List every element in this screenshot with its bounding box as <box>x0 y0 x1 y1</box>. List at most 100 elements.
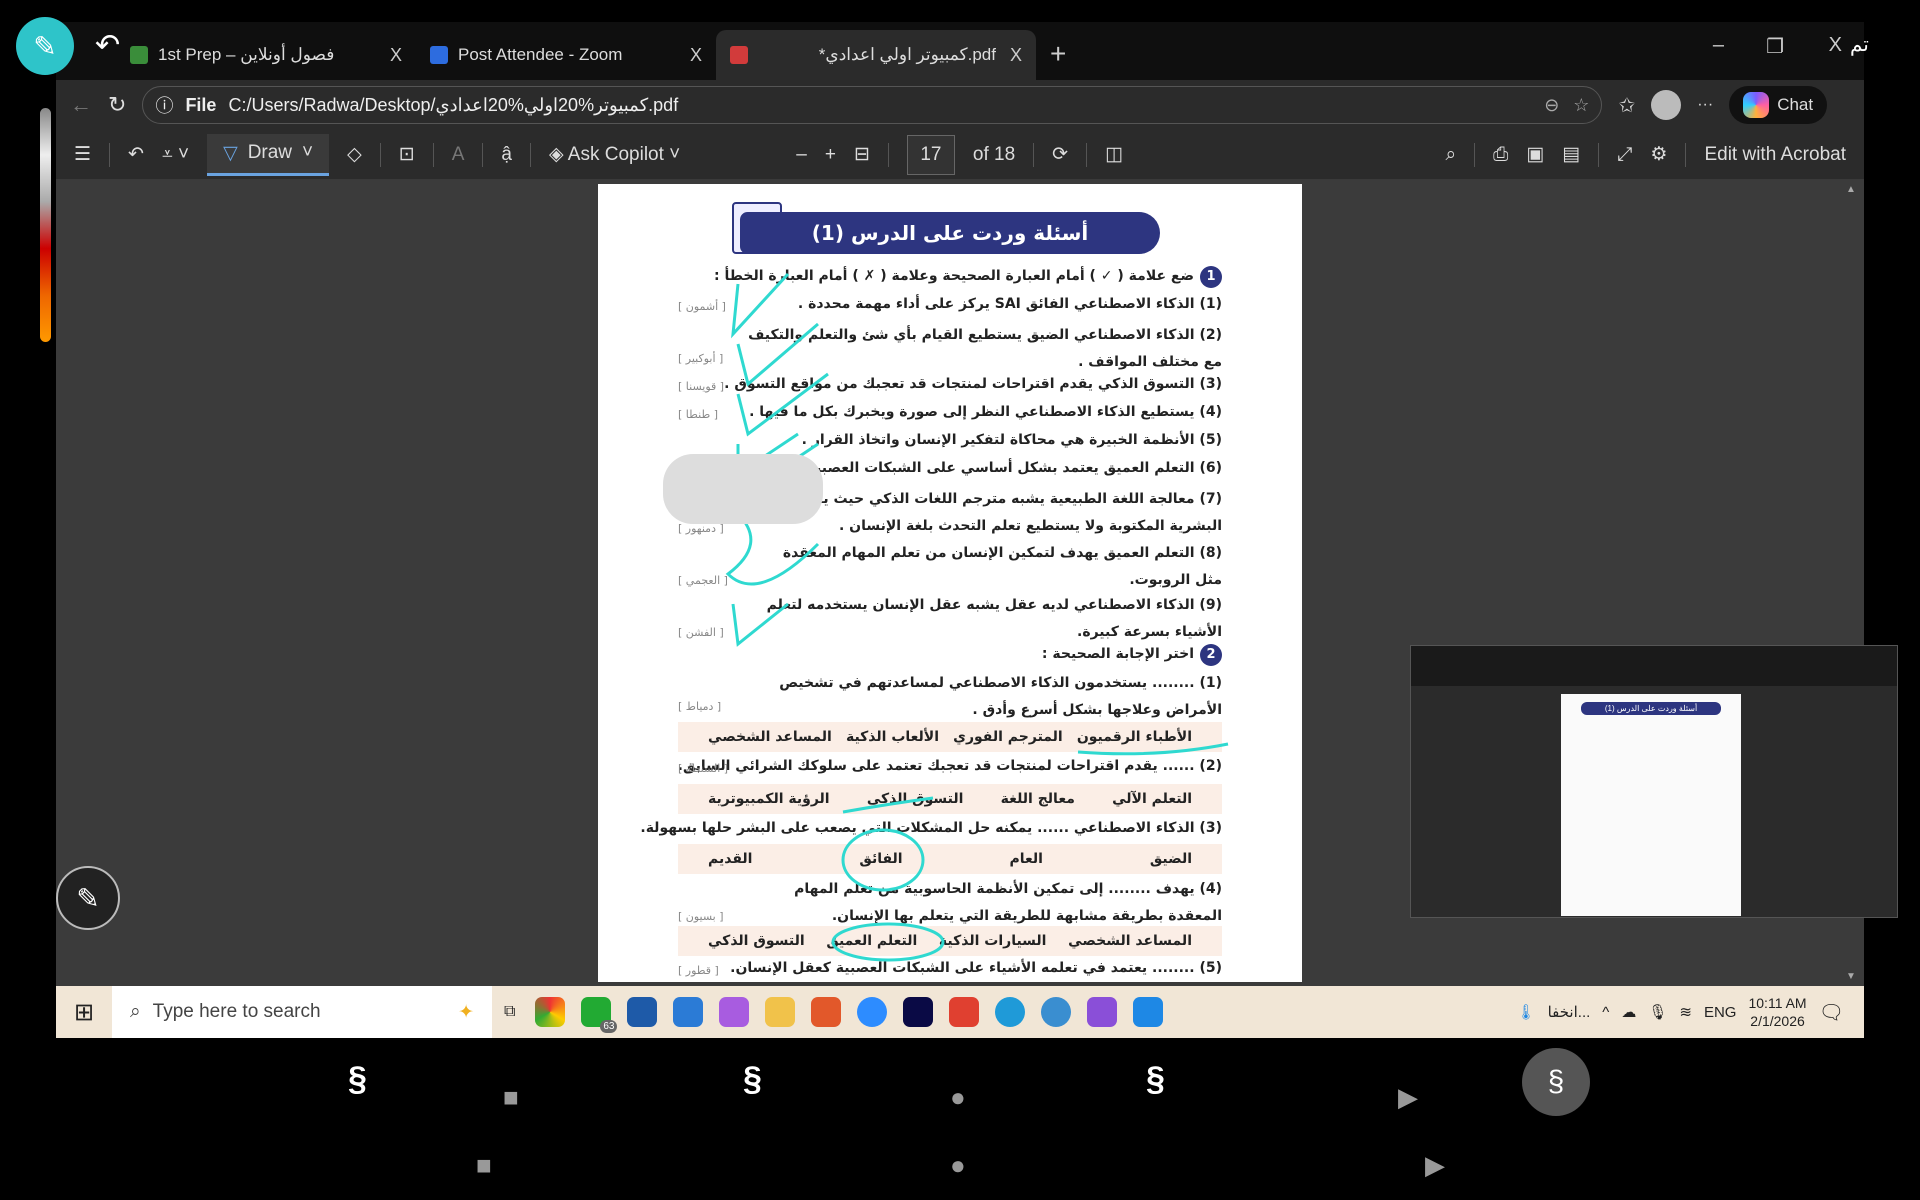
task-view-icon[interactable]: ⧉ <box>504 1003 515 1021</box>
close-tab-icon[interactable]: X <box>690 45 702 66</box>
tab-pdf[interactable]: *كمبيوتر اولي اعدادي.pdf X <box>716 30 1036 80</box>
weather-text[interactable]: انخفا... <box>1548 1003 1591 1021</box>
gesture-pattern-icon[interactable]: § <box>348 1060 367 1099</box>
close-window-button[interactable]: X <box>1829 34 1842 57</box>
gesture-squiggle-icon[interactable]: § <box>1146 1060 1165 1099</box>
premiere-icon[interactable] <box>903 997 934 1027</box>
copilot-sparkle-icon: ✦ <box>458 1001 474 1023</box>
acrobat-icon[interactable] <box>949 997 980 1027</box>
favorite-star-icon[interactable]: ☆ <box>1573 95 1589 116</box>
tab-1st-prep[interactable]: 1st Prep – فصول أونلاين X <box>116 30 416 80</box>
weather-icon[interactable]: 🌡 <box>1517 1003 1536 1021</box>
floating-pen-button[interactable]: ✎ <box>56 866 120 930</box>
page-current: 17 <box>920 143 942 165</box>
outlook-icon[interactable] <box>673 997 704 1027</box>
edit-with-acrobat-button[interactable]: Edit with Acrobat <box>1704 144 1846 166</box>
undo-annotation-button[interactable]: ↶ <box>95 28 120 63</box>
snipping-tool-icon[interactable] <box>811 997 842 1027</box>
close-tab-icon[interactable]: X <box>390 45 402 66</box>
back-button[interactable]: ▶ <box>1425 1150 1445 1181</box>
print-icon[interactable]: ⎙ <box>1493 144 1508 166</box>
page-view-icon[interactable]: ◫ <box>1105 143 1123 166</box>
vscode-icon[interactable] <box>1133 997 1164 1027</box>
minimize-button[interactable]: – <box>1713 34 1724 57</box>
draw-button[interactable]: ▽ Draw ˅ <box>207 133 330 176</box>
more-menu-icon[interactable]: ··· <box>1697 96 1713 114</box>
edge-icon[interactable] <box>995 997 1026 1027</box>
ask-copilot-button[interactable]: ◈ Ask Copilot ˅ <box>549 143 680 166</box>
thumbnail-page: أسئلة وردت على الدرس (1) <box>1561 694 1741 916</box>
app-icon[interactable] <box>1041 997 1072 1027</box>
settings-gear-icon[interactable]: ⚙ <box>1650 143 1667 166</box>
tab-zoom[interactable]: Post Attendee - Zoom X <box>416 30 716 80</box>
zoom-out-icon[interactable]: ⊖ <box>1544 95 1559 116</box>
time: 10:11 AM <box>1748 995 1807 1011</box>
divider <box>887 142 889 167</box>
draw-pen-icon: ▽ <box>223 142 238 164</box>
tab-title: *كمبيوتر اولي اعدادي.pdf <box>818 45 996 64</box>
tab-title: Post Attendee - Zoom <box>458 45 623 64</box>
highlight-icon[interactable]: ⩡ ˅ <box>162 144 189 166</box>
notifications-icon[interactable]: 🗨 <box>1819 1000 1844 1025</box>
url-input[interactable]: ⓘ File C:/Users/Radwa/Desktop/كمبيوتر%20… <box>142 86 1603 124</box>
search-icon: ⌕ <box>130 1001 141 1022</box>
divider <box>109 142 111 167</box>
home-button[interactable]: ● <box>950 1150 966 1181</box>
favorites-icon[interactable]: ✩ <box>1618 93 1635 118</box>
zoom-out-button[interactable]: – <box>796 144 807 166</box>
recent-apps-button[interactable]: ■ <box>503 1082 519 1113</box>
file-explorer-icon[interactable] <box>765 997 796 1027</box>
screen-share-thumbnail[interactable]: أسئلة وردت على الدرس (1) <box>1410 645 1898 918</box>
visual-studio-icon[interactable] <box>1087 997 1118 1027</box>
contents-icon[interactable]: ☰ <box>74 143 91 166</box>
clock[interactable]: 10:11 AM 2/1/2026 <box>1748 994 1806 1030</box>
store-icon[interactable] <box>627 997 658 1027</box>
close-tab-icon[interactable]: X <box>1010 45 1022 66</box>
rotate-icon[interactable]: ⟳ <box>1052 143 1068 166</box>
gesture-squiggle-icon[interactable]: § <box>743 1060 762 1099</box>
read-aloud-icon[interactable]: A <box>452 144 465 166</box>
pdf-icon <box>730 46 748 64</box>
color-picker-slider[interactable] <box>40 108 51 342</box>
divider <box>1685 142 1687 167</box>
profile-avatar[interactable] <box>1651 90 1682 120</box>
url-text: C:/Users/Radwa/Desktop/كمبيوتر%20اولي%20… <box>228 94 679 115</box>
address-bar-row: ← ↻ ⓘ File C:/Users/Radwa/Desktop/كمبيوت… <box>56 80 1864 130</box>
pdf-toolbar: ☰ ↶ ⩡ ˅ ▽ Draw ˅ ◇ ⊡ A ậ ◈ Ask Copilot ˅ –… <box>56 130 1864 180</box>
fullscreen-icon[interactable]: ⤢ <box>1617 144 1632 166</box>
copilot-app-icon[interactable] <box>719 997 750 1027</box>
back-icon[interactable]: ← <box>70 92 92 118</box>
undo-icon[interactable]: ↶ <box>128 143 144 166</box>
annotation-pen-button[interactable]: ✎ <box>16 17 74 75</box>
onedrive-icon[interactable]: ☁ <box>1621 1003 1636 1021</box>
zoom-app-icon[interactable] <box>857 997 888 1027</box>
active-gesture-button[interactable]: § <box>1522 1048 1590 1116</box>
chevron-up-icon[interactable]: ^ <box>1602 1004 1609 1021</box>
copilot-chat-button[interactable]: Chat <box>1729 86 1828 124</box>
wifi-icon[interactable]: ≋ <box>1679 1003 1692 1021</box>
back-button[interactable]: ▶ <box>1398 1082 1418 1113</box>
windows-start-icon[interactable]: ⊞ <box>56 998 112 1027</box>
eraser-icon[interactable]: ◇ <box>347 143 362 166</box>
save-icon[interactable]: ▣ <box>1526 143 1544 166</box>
search-icon[interactable]: ⌕ <box>1445 144 1456 166</box>
chrome-icon[interactable] <box>535 997 566 1027</box>
home-button[interactable]: ● <box>950 1082 966 1113</box>
restore-button[interactable]: ❐ <box>1766 34 1784 59</box>
recent-apps-button[interactable]: ■ <box>476 1150 492 1181</box>
chevron-down-icon[interactable]: ˅ <box>302 142 313 164</box>
text-box-icon[interactable]: ⊡ <box>399 143 415 166</box>
fit-page-icon[interactable]: ⊟ <box>854 143 870 166</box>
refresh-icon[interactable]: ↻ <box>108 92 126 118</box>
whatsapp-icon[interactable]: 63 <box>581 997 618 1033</box>
language-indicator[interactable]: ENG <box>1704 1004 1737 1021</box>
url-scheme: File <box>185 94 217 115</box>
page-number-input[interactable]: 17 <box>906 134 955 175</box>
translate-icon[interactable]: ậ <box>501 144 512 166</box>
save-as-icon[interactable]: ▤ <box>1562 143 1580 166</box>
mic-icon[interactable]: 🎙 <box>1648 1003 1667 1021</box>
done-button[interactable]: تم <box>1850 32 1869 57</box>
new-tab-button[interactable]: + <box>1050 38 1066 70</box>
taskbar-search-input[interactable]: ⌕ Type here to search ✦ <box>112 986 492 1038</box>
zoom-in-button[interactable]: + <box>825 144 836 166</box>
